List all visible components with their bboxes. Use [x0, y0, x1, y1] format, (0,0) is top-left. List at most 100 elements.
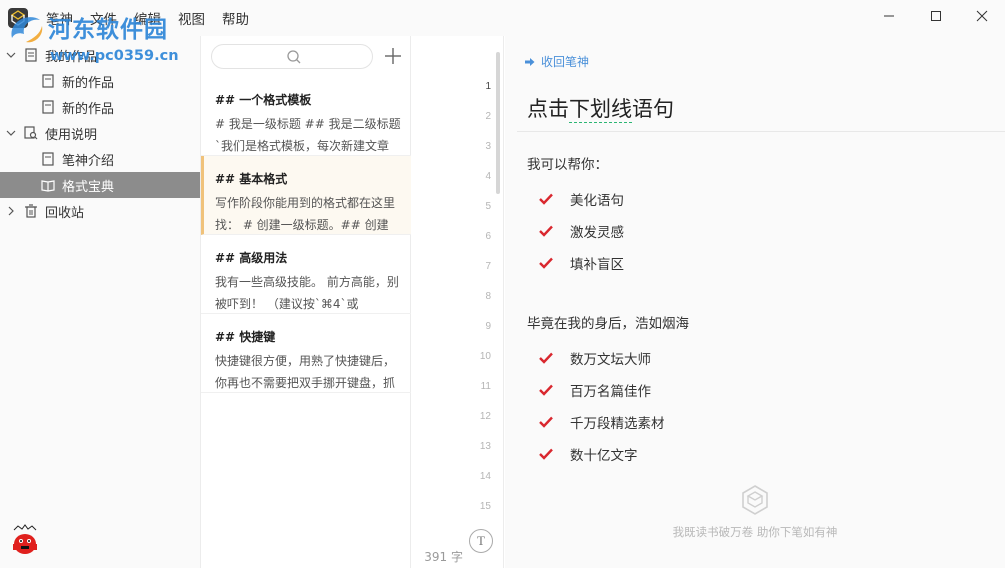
document-list: ## 一个格式模板 # 我是一级标题 ## 我是二级标题 `我们是格式模板，每次… [200, 36, 411, 568]
sidebar-item-usage-guide[interactable]: 使用说明 [0, 120, 200, 146]
line-number: 10 [479, 351, 491, 362]
editor-area[interactable]: 1 2 3 4 5 6 7 8 9 10 11 12 13 14 15 T 39… [411, 36, 504, 568]
sidebar-item-new-work-1[interactable]: 新的作品 [0, 68, 200, 94]
line-number: 13 [479, 441, 491, 452]
heading-underlined-word: 下划线 [569, 97, 632, 123]
feature-item: 激发灵感 [539, 221, 624, 241]
line-number: 8 [485, 291, 491, 302]
feature-label: 千万段精选素材 [570, 416, 665, 432]
line-number: 1 [485, 81, 491, 92]
book-icon [41, 180, 55, 192]
sidebar-item-format-guide[interactable]: 格式宝典 [0, 172, 200, 198]
line-number: 7 [485, 261, 491, 272]
maximize-button[interactable] [913, 0, 959, 32]
line-number: 5 [485, 201, 491, 212]
doc-title: ## 基本格式 [215, 172, 288, 186]
check-icon [539, 225, 553, 237]
line-number: 15 [479, 501, 491, 512]
maximize-icon [931, 11, 941, 21]
doc-list-item[interactable]: ## 一个格式模板 # 我是一级标题 ## 我是二级标题 `我们是格式模板，每次… [201, 77, 411, 156]
search-doc-icon [24, 126, 38, 140]
watermark-title: 河东软件园 [48, 17, 168, 43]
line-number: 11 [480, 381, 491, 392]
collapse-panel-label: 收回笔神 [541, 55, 590, 69]
line-number: 3 [485, 141, 491, 152]
search-input[interactable] [211, 44, 373, 69]
doc-title: ## 一个格式模板 [215, 93, 312, 107]
sidebar: 我的作品 新的作品 新的作品 使用说明 笔神介绍 格式宝典 回收站 [0, 36, 200, 568]
panel-heading: 点击下划线语句 [527, 93, 674, 123]
watermark-url: www.pc0359.cn [50, 48, 179, 64]
sidebar-item-new-work-2[interactable]: 新的作品 [0, 94, 200, 120]
line-number: 6 [485, 231, 491, 242]
add-document-icon[interactable] [382, 45, 404, 67]
line-number: 4 [485, 171, 491, 182]
sidebar-item-bishen-intro[interactable]: 笔神介绍 [0, 146, 200, 172]
doc-title: ## 高级用法 [215, 251, 288, 265]
word-count: 391 字 [424, 550, 463, 564]
search-icon [287, 50, 301, 64]
check-icon [539, 352, 553, 364]
sidebar-item-label: 笔神介绍 [62, 153, 115, 169]
watermark-logo-icon [11, 17, 43, 43]
sidebar-item-label: 使用说明 [45, 127, 98, 143]
chevron-down-icon [6, 130, 16, 136]
feature-label: 数十亿文字 [570, 448, 638, 464]
doc-preview: 写作阶段你能用到的格式都在这里找： # 创建一级标题。## 创建 [215, 196, 396, 232]
document-icon [42, 100, 54, 114]
feature-item: 数万文坛大师 [539, 348, 651, 368]
sidebar-item-trash[interactable]: 回收站 [0, 198, 200, 224]
arrow-right-icon [525, 57, 535, 66]
feature-item: 数十亿文字 [539, 444, 638, 464]
divider [517, 131, 1005, 132]
typewriter-mode-button[interactable]: T [469, 529, 493, 553]
site-watermark: 河东软件园 www.pc0359.cn [4, 2, 204, 68]
line-number: 9 [485, 321, 491, 332]
check-icon [539, 416, 553, 428]
heading-prefix: 点击 [527, 97, 569, 121]
feature-item: 百万名篇佳作 [539, 380, 651, 400]
close-button[interactable] [959, 0, 1005, 32]
chevron-right-icon [8, 206, 14, 216]
doc-list-item-active[interactable]: ## 基本格式 写作阶段你能用到的格式都在这里找： # 创建一级标题。## 创建 [201, 156, 411, 235]
feature-label: 百万名篇佳作 [570, 384, 651, 400]
doc-preview: 快捷键很方便，用熟了快捷键后，你再也不需要把双手挪开键盘，抓 [215, 354, 396, 390]
mascot-avatar-icon[interactable] [10, 522, 40, 556]
bishen-assistant-panel: 收回笔神 点击下划线语句 我可以帮你： 美化语句 激发灵感 填补盲区 毕竟在我的… [505, 36, 1005, 568]
doc-title: ## 快捷键 [215, 330, 276, 344]
close-icon [976, 10, 988, 22]
feature-item: 千万段精选素材 [539, 412, 665, 432]
feature-label: 数万文坛大师 [570, 352, 651, 368]
line-number: 14 [479, 471, 491, 482]
editor-scrollbar[interactable] [496, 52, 500, 194]
panel-slogan: 我既读书破万卷 助你下笔如有神 [672, 525, 838, 539]
check-icon [539, 448, 553, 460]
check-icon [539, 193, 553, 205]
feature-label: 填补盲区 [570, 257, 624, 273]
feature-label: 激发灵感 [570, 225, 624, 241]
collapse-panel-link[interactable]: 收回笔神 [525, 53, 589, 70]
document-icon [42, 74, 54, 88]
sidebar-item-label: 回收站 [45, 205, 85, 221]
check-icon [539, 384, 553, 396]
doc-list-item[interactable]: ## 快捷键 快捷键很方便，用熟了快捷键后，你再也不需要把双手挪开键盘，抓 [201, 314, 411, 393]
sidebar-item-label: 新的作品 [62, 101, 115, 117]
section-title-help: 我可以帮你： [527, 157, 608, 173]
menu-help[interactable]: 帮助 [222, 8, 249, 28]
feature-item: 填补盲区 [539, 253, 624, 273]
minimize-icon [884, 15, 894, 17]
heading-suffix: 语句 [632, 97, 674, 121]
sidebar-item-label: 新的作品 [62, 75, 115, 91]
minimize-button[interactable] [866, 0, 912, 32]
feature-item: 美化语句 [539, 189, 624, 209]
bishen-logo-icon [742, 485, 768, 515]
doc-preview: # 我是一级标题 ## 我是二级标题 `我们是格式模板，每次新建文章 [215, 117, 401, 153]
doc-list-item[interactable]: ## 高级用法 我有一些高级技能。 前方高能，别被吓到！ （建议按`⌘4`或 [201, 235, 411, 314]
check-icon [539, 257, 553, 269]
line-number: 2 [485, 111, 491, 122]
section-title-resources: 毕竟在我的身后，浩如烟海 [527, 316, 689, 332]
line-number: 12 [479, 411, 491, 422]
feature-label: 美化语句 [570, 193, 624, 209]
sidebar-item-label: 格式宝典 [62, 179, 115, 195]
trash-icon [25, 204, 37, 218]
